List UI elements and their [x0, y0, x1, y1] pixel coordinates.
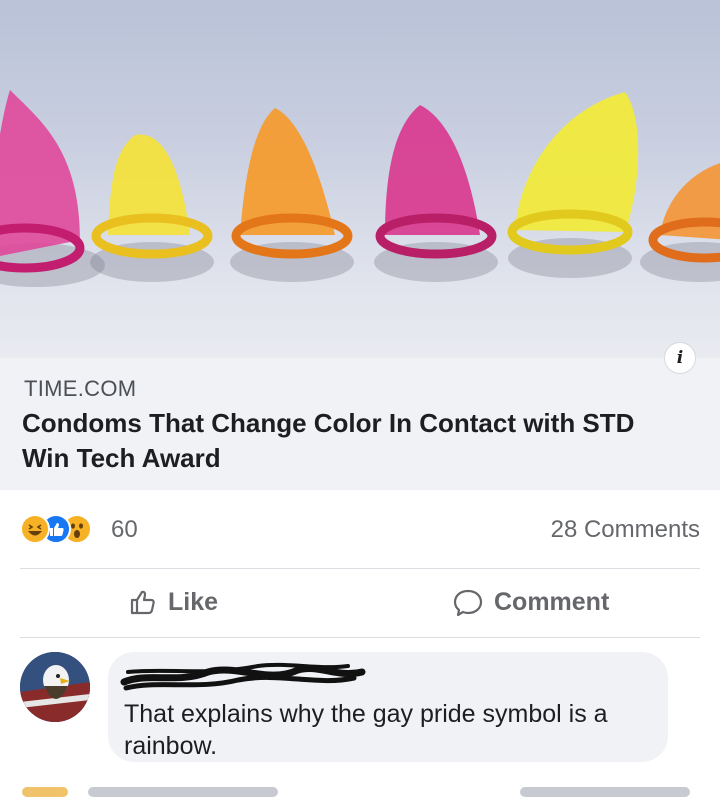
haha-reaction-icon: [20, 514, 50, 544]
post-actions: Like Comment: [0, 569, 720, 637]
divider: [20, 637, 700, 638]
cut-off-next-row: [0, 775, 720, 797]
like-label: Like: [168, 587, 219, 616]
thumbs-up-icon: [130, 590, 155, 615]
reaction-icons[interactable]: [20, 514, 110, 544]
comment-button[interactable]: Comment: [452, 587, 609, 617]
link-preview-image[interactable]: [0, 0, 720, 358]
comment-label: Comment: [494, 587, 610, 616]
condom-row-image: [0, 90, 720, 287]
cut-off-text: [88, 787, 278, 797]
reactions-summary: 60 28 Comments: [0, 490, 720, 568]
info-icon[interactable]: i: [664, 342, 696, 374]
redaction-scribble: [120, 662, 366, 691]
comment-bubble: That explains why the gay pride symbol i…: [108, 652, 668, 762]
info-glyph: i: [676, 348, 684, 368]
comment: That explains why the gay pride symbol i…: [0, 640, 720, 770]
cut-off-reactions: [22, 787, 68, 797]
comment-text: That explains why the gay pride symbol i…: [124, 700, 608, 760]
avatar[interactable]: [20, 652, 90, 722]
link-domain: TIME.COM: [24, 376, 137, 401]
cut-off-text: [520, 787, 690, 797]
link-preview-meta[interactable]: TIME.COM Condoms That Change Color In Co…: [0, 358, 720, 490]
comments-count-link[interactable]: 28 Comments: [551, 516, 700, 544]
link-title[interactable]: Condoms That Change Color In Contact wit…: [22, 406, 682, 476]
reaction-count[interactable]: 60: [111, 516, 138, 544]
comment-bubble-icon: [453, 589, 483, 617]
like-button[interactable]: Like: [128, 587, 218, 617]
